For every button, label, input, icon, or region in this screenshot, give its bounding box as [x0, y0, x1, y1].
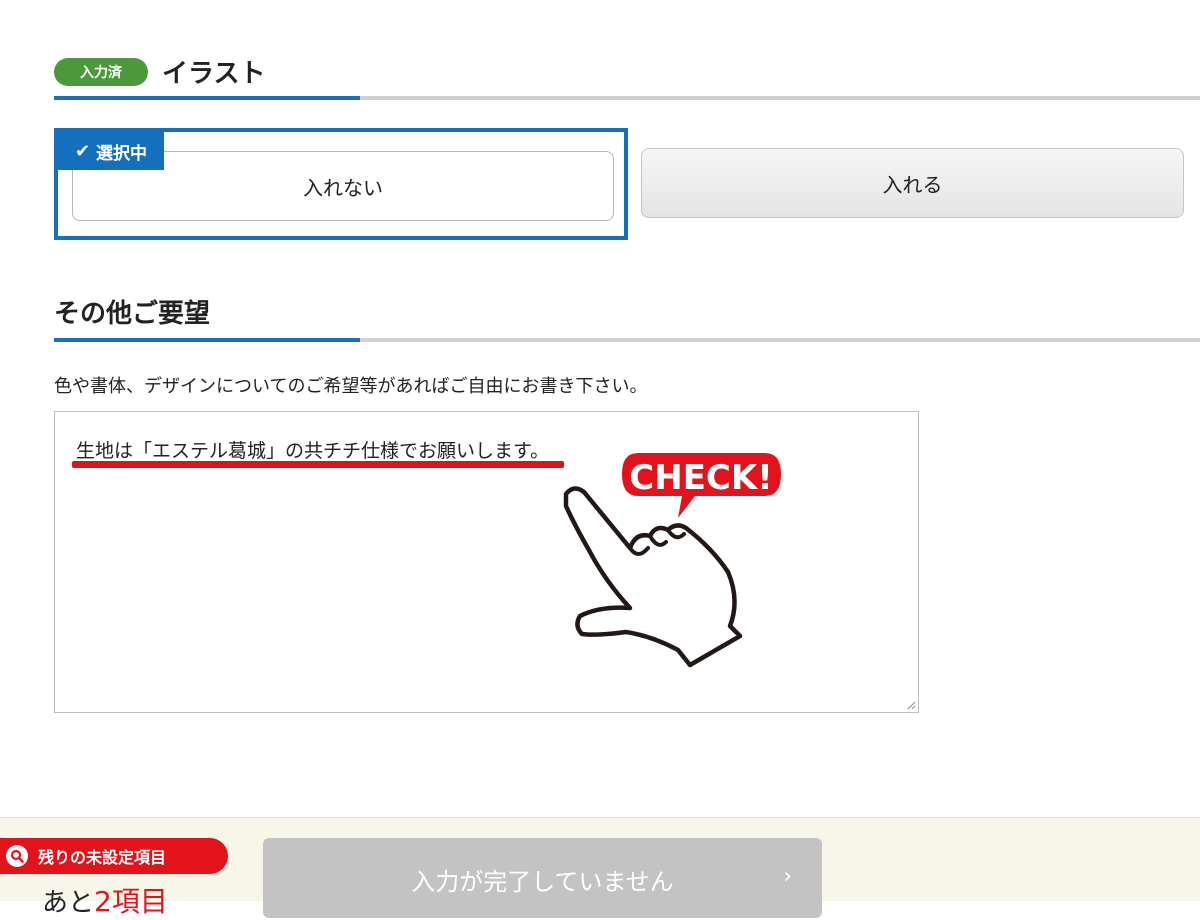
remaining-items-badge: 残りの未設定項目 — [0, 838, 228, 874]
requests-textarea-value[interactable]: 生地は「エステル葛城」の共チチ仕様でお願いします。 — [76, 436, 549, 463]
requests-header: その他ご要望 — [54, 293, 210, 330]
option-no-illustration[interactable]: 入れない ✔ 選択中 — [54, 128, 628, 240]
option-button-yes[interactable]: 入れる — [641, 148, 1184, 218]
chevron-right-icon: › — [783, 864, 792, 889]
check-pointer-icon: CHECK! — [563, 453, 781, 668]
status-badge: 入力済 — [54, 57, 148, 86]
section-title-requests: その他ご要望 — [54, 299, 211, 329]
check-icon: ✔ — [74, 140, 91, 162]
remaining-number: 2 — [94, 885, 112, 918]
illustration-header: 入力済 イラスト — [54, 53, 265, 90]
submit-button[interactable]: 入力が完了していません › — [263, 838, 822, 918]
remaining-count: あと2項目 — [42, 885, 168, 918]
search-icon — [6, 845, 28, 867]
section-divider — [54, 338, 1200, 342]
check-label: CHECK! — [629, 458, 772, 498]
footer-bar: 残りの未設定項目 あと2項目 入力が完了していません › — [0, 817, 1200, 918]
submit-button-label: 入力が完了していません — [411, 868, 674, 896]
resize-grip-icon[interactable] — [906, 700, 916, 710]
selected-tag: ✔ 選択中 — [58, 132, 164, 170]
section-title-illustration: イラスト — [162, 59, 266, 89]
pointing-hand-icon — [563, 486, 743, 668]
remaining-items-label: 残りの未設定項目 — [38, 848, 167, 867]
highlight-underline — [72, 461, 564, 468]
section-divider — [54, 96, 1200, 100]
selected-tag-label: 選択中 — [96, 143, 148, 164]
requests-hint: 色や書体、デザインについてのご希望等があればご自由にお書き下さい。 — [54, 376, 648, 397]
